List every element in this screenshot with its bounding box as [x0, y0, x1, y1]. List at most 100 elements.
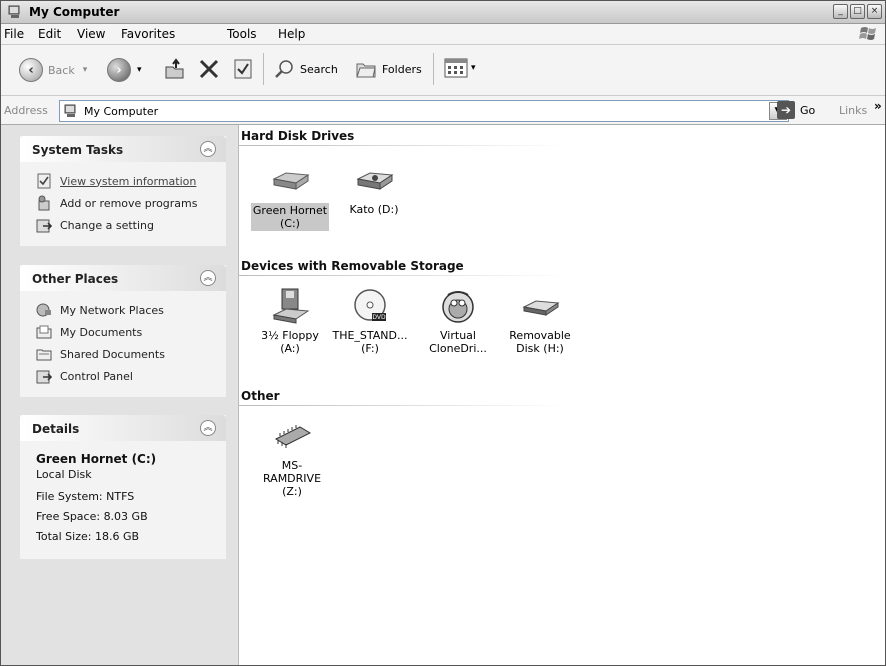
details-free-space: Free Space: 8.03 GB: [36, 510, 148, 523]
floppy-drive-icon: [272, 288, 310, 324]
change-setting-link[interactable]: Change a setting: [36, 214, 214, 236]
hard-disk-drives-header: Hard Disk Drives: [241, 129, 355, 143]
details-title: Details: [32, 422, 80, 436]
drive-item-clonedrive[interactable]: Virtual CloneDri...: [419, 287, 497, 355]
go-button[interactable]: ➔ Go: [777, 101, 815, 119]
menu-bar: File Edit View Favorites Tools Help: [1, 24, 885, 45]
views-button[interactable]: ▾: [444, 58, 476, 78]
drive-item-z[interactable]: MS-RAMDRIVE (Z:): [253, 417, 331, 498]
folders-icon: [356, 63, 376, 78]
up-folder-icon: [165, 58, 184, 79]
drive-item-h[interactable]: Removable Disk (H:): [501, 287, 579, 355]
back-dropdown-icon[interactable]: ▾: [83, 65, 88, 75]
task-pane: System Tasks ︽ View system information A…: [1, 125, 239, 665]
hard-drive-icon: [272, 172, 310, 190]
close-button[interactable]: ×: [867, 4, 882, 19]
my-network-places-link[interactable]: My Network Places: [36, 299, 214, 321]
chevron-right-icon[interactable]: »: [874, 99, 882, 113]
hard-drive-icon: [356, 172, 394, 190]
view-system-information-link[interactable]: View system information: [36, 170, 214, 192]
system-tasks-title: System Tasks: [32, 143, 124, 157]
shared-folder-icon: [36, 349, 52, 361]
task-label: Change a setting: [60, 218, 154, 232]
toolbar: ‹ Back ▾ › ▾ Search Folders ▾: [1, 45, 885, 96]
close-x-icon: [199, 59, 219, 79]
window-title: My Computer: [29, 5, 120, 19]
search-label: Search: [300, 62, 338, 76]
menu-file[interactable]: File: [4, 27, 24, 41]
drive-label: Removable Disk (H:): [509, 329, 571, 355]
my-computer-icon: [8, 5, 20, 18]
properties-button[interactable]: [233, 58, 253, 80]
drive-label: Virtual CloneDri...: [429, 329, 487, 355]
back-button[interactable]: ‹ Back ▾: [19, 58, 87, 82]
drive-item-d[interactable]: Kato (D:): [335, 161, 413, 216]
task-label: My Network Places: [60, 303, 164, 317]
forward-button[interactable]: › ▾: [107, 58, 142, 82]
address-bar: Address My Computer ▼ ➔ Go Links »: [1, 96, 885, 125]
go-label: Go: [800, 103, 816, 117]
menu-edit[interactable]: Edit: [38, 27, 61, 41]
minimize-button[interactable]: _: [833, 4, 848, 19]
drive-label: 3½ Floppy (A:): [261, 329, 319, 355]
menu-favorites[interactable]: Favorites: [121, 27, 175, 41]
maximize-button[interactable]: □: [850, 4, 865, 19]
other-places-title: Other Places: [32, 272, 119, 286]
details-drive-name: Green Hornet (C:): [36, 452, 157, 466]
collapse-chevron-icon[interactable]: ︽: [200, 270, 216, 286]
details-panel: Details ︽ Green Hornet (C:) Local Disk F…: [20, 415, 226, 559]
details-filesystem: File System: NTFS: [36, 490, 135, 503]
details-total-size: Total Size: 18.6 GB: [36, 530, 140, 543]
menu-view[interactable]: View: [77, 27, 105, 41]
drive-label: MS-RAMDRIVE (Z:): [262, 459, 322, 498]
other-places-header[interactable]: Other Places ︽: [20, 265, 226, 291]
properties-icon: [234, 59, 252, 79]
address-input[interactable]: My Computer ▼: [59, 100, 789, 122]
task-label: Shared Documents: [60, 347, 165, 361]
search-button[interactable]: Search: [273, 58, 338, 80]
other-places-panel: Other Places ︽ My Network Places My Docu…: [20, 265, 226, 397]
removable-storage-header: Devices with Removable Storage: [241, 259, 464, 273]
details-header[interactable]: Details ︽: [20, 415, 226, 441]
task-label: My Documents: [60, 325, 143, 339]
collapse-chevron-icon[interactable]: ︽: [200, 420, 216, 436]
my-documents-link[interactable]: My Documents: [36, 321, 214, 343]
menu-help[interactable]: Help: [278, 27, 305, 41]
drive-item-c[interactable]: Green Hornet (C:): [251, 161, 329, 231]
up-folder-button[interactable]: [163, 57, 187, 81]
clonedrive-icon: [442, 291, 474, 323]
address-label: Address: [4, 104, 48, 117]
svg-text:DVD: DVD: [372, 314, 386, 321]
forward-arrow-icon: ›: [107, 58, 131, 82]
my-documents-icon: [36, 325, 52, 339]
address-value: My Computer: [84, 105, 159, 118]
details-drive-type: Local Disk: [36, 468, 92, 481]
collapse-chevron-icon[interactable]: ︽: [200, 141, 216, 157]
title-bar[interactable]: My Computer _ □ ×: [1, 1, 885, 24]
back-arrow-icon: ‹: [19, 58, 43, 82]
add-remove-programs-link[interactable]: Add or remove programs: [36, 192, 214, 214]
folders-label: Folders: [382, 62, 422, 76]
drive-item-f[interactable]: DVD THE_STAND... (F:): [331, 287, 409, 355]
task-label: View system information: [60, 174, 197, 188]
removable-disk-icon: [522, 300, 560, 316]
control-panel-link[interactable]: Control Panel: [36, 365, 214, 387]
folders-button[interactable]: Folders: [355, 58, 422, 80]
control-panel-icon: [36, 219, 52, 233]
views-dropdown-icon: ▾: [471, 63, 476, 73]
shared-documents-link[interactable]: Shared Documents: [36, 343, 214, 365]
drive-item-a[interactable]: 3½ Floppy (A:): [251, 287, 329, 355]
drive-label: THE_STAND... (F:): [332, 329, 408, 355]
system-tasks-header[interactable]: System Tasks ︽: [20, 136, 226, 162]
go-arrow-icon: ➔: [777, 101, 795, 119]
delete-button[interactable]: [197, 57, 221, 81]
add-remove-programs-icon: [38, 195, 50, 211]
forward-dropdown-icon[interactable]: ▾: [137, 65, 142, 75]
links-button[interactable]: Links: [839, 104, 867, 117]
other-header: Other: [241, 389, 280, 403]
drive-label: Kato (D:): [349, 203, 399, 216]
file-view: Hard Disk Drives Green Hornet (C:) Kato (…: [239, 125, 885, 665]
back-label: Back: [48, 63, 75, 77]
menu-tools[interactable]: Tools: [227, 27, 257, 41]
system-info-icon: [37, 173, 51, 189]
